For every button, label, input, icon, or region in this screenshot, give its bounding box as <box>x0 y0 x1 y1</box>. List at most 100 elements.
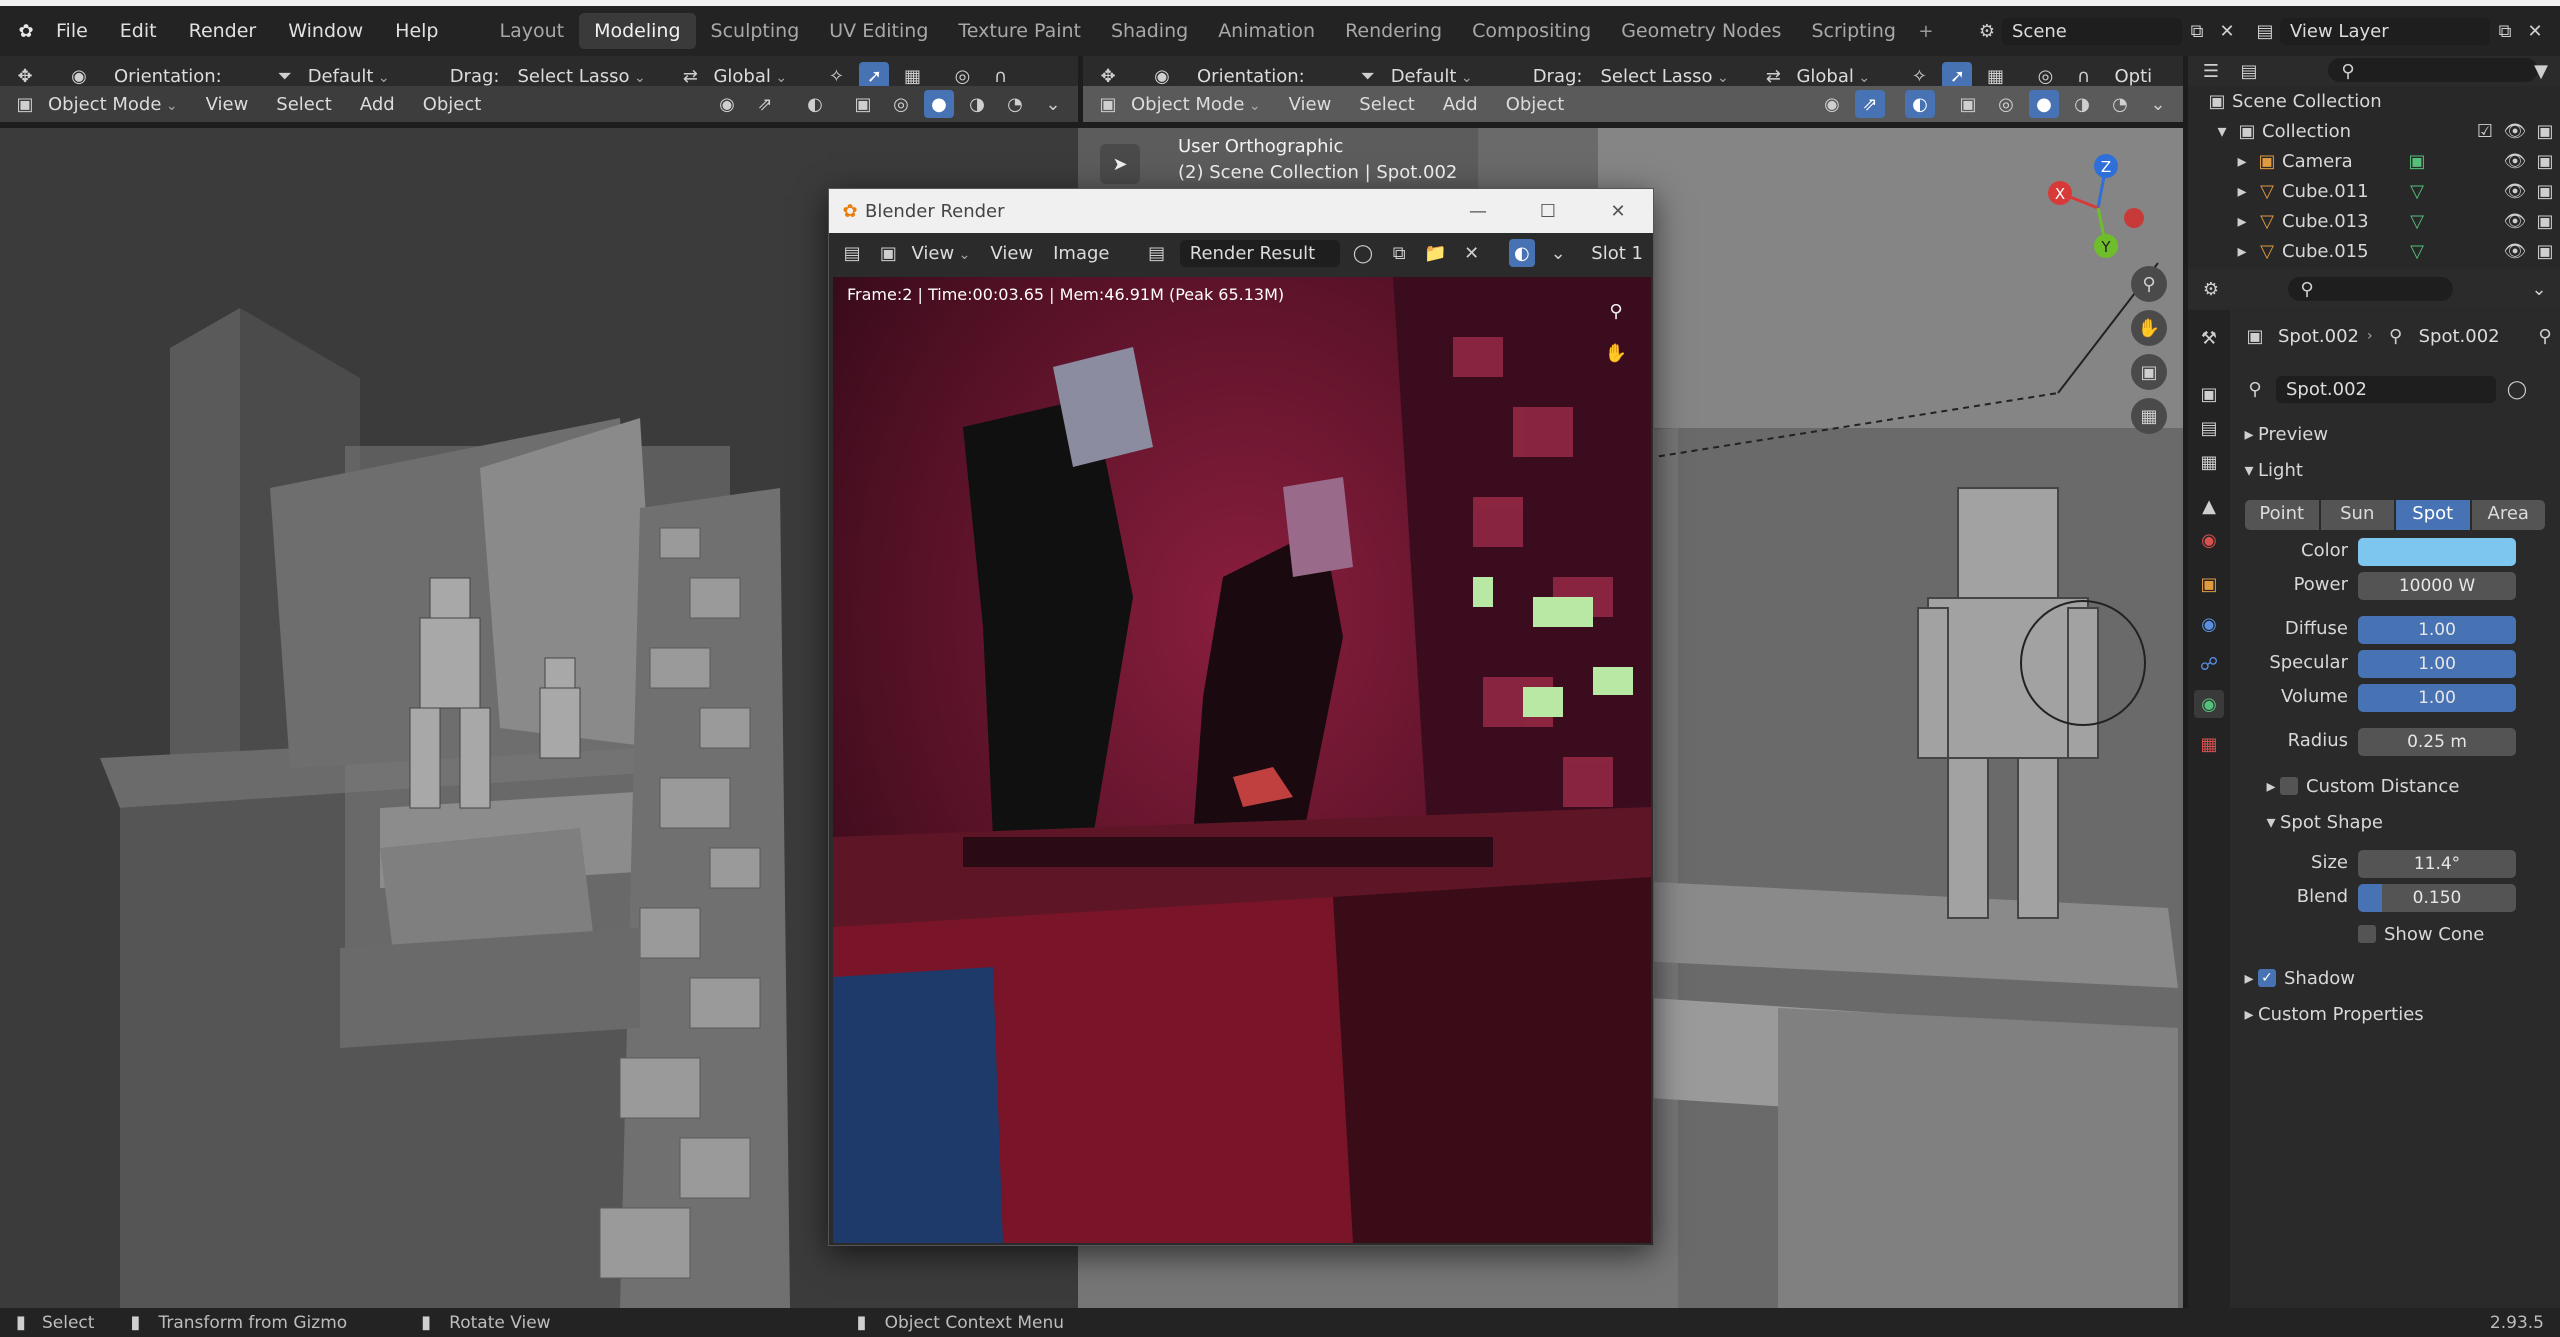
properties-editor-icon[interactable]: ⚙ <box>2196 275 2226 303</box>
outliner-item[interactable]: ▸ ▽ Cube.013 ▽ 👁 ▣ <box>2232 206 2560 236</box>
material-shading-icon[interactable]: ◑ <box>962 90 992 118</box>
camera-view-icon[interactable]: ▣ <box>2131 354 2167 390</box>
constraints-tab-icon[interactable]: ☍ <box>2194 650 2224 678</box>
solid-shading-icon[interactable]: ● <box>2029 90 2059 118</box>
transform-orientation-dropdown[interactable]: Global <box>1796 66 1896 87</box>
light-type-spot[interactable]: Spot <box>2396 500 2470 530</box>
scene-collection-row[interactable]: ▣ Scene Collection <box>2202 86 2381 116</box>
menu-edit[interactable]: Edit <box>104 9 173 53</box>
shading-options-icon[interactable]: ⌄ <box>1038 90 1068 118</box>
overlay-options-icon[interactable]: ⌄ <box>1545 239 1571 267</box>
tab-rendering[interactable]: Rendering <box>1330 13 1457 49</box>
tab-sculpting[interactable]: Sculpting <box>696 13 815 49</box>
remove-view-layer-icon[interactable]: ✕ <box>2520 17 2550 45</box>
close-icon[interactable]: ✕ <box>1583 197 1653 225</box>
modifiers-tab-icon[interactable]: ◉ <box>2194 610 2224 638</box>
overlay-icon[interactable]: ◐ <box>800 90 830 118</box>
datablock-name-field[interactable]: Spot.002 <box>2276 375 2496 403</box>
options-dropdown[interactable]: Opti <box>2114 66 2152 87</box>
menu-file[interactable]: File <box>40 9 104 53</box>
view-layer-icon[interactable]: ▤ <box>2250 17 2280 45</box>
maximize-icon[interactable]: ☐ <box>1513 197 1583 225</box>
fake-user-shield-icon[interactable]: ◯ <box>2502 375 2532 403</box>
spot-shape-subpanel[interactable]: ▾ Spot Shape <box>2262 806 2383 838</box>
render-window-titlebar[interactable]: ✿ Blender Render — ☐ ✕ <box>829 189 1653 233</box>
tool-tab-icon[interactable]: ⚒ <box>2194 324 2224 352</box>
menu-help[interactable]: Help <box>379 9 454 53</box>
minimize-icon[interactable]: — <box>1443 197 1513 225</box>
image-name-field[interactable]: Render Result <box>1179 239 1340 267</box>
unlink-image-icon[interactable]: ✕ <box>1459 239 1485 267</box>
light-panel-header[interactable]: ▾ Light <box>2240 454 2302 486</box>
menu-view[interactable]: View <box>206 94 249 115</box>
texture-tab-icon[interactable]: ▦ <box>2194 730 2224 758</box>
render-result-image[interactable]: Frame:2 | Time:00:03.65 | Mem:46.91M (Pe… <box>833 277 1651 1243</box>
zoom-icon[interactable]: ⚲ <box>2131 266 2167 302</box>
wireframe-shading-icon[interactable]: ◎ <box>1991 90 2021 118</box>
menu-window[interactable]: Window <box>272 9 379 53</box>
blender-logo-icon[interactable]: ✿ <box>12 17 40 45</box>
rendered-shading-icon[interactable]: ◔ <box>2105 90 2135 118</box>
scene-icon[interactable]: ⚙ <box>1972 17 2002 45</box>
view-layer-tab-icon[interactable]: ▦ <box>2194 448 2224 476</box>
select-tool-icon[interactable]: ➤ <box>1100 144 1140 184</box>
show-cone-row[interactable]: Show Cone <box>2358 918 2484 950</box>
custom-properties-panel-header[interactable]: ▸ Custom Properties <box>2240 998 2423 1030</box>
image-browse-icon[interactable]: ▤ <box>1144 239 1170 267</box>
scene-tab-icon[interactable]: ▲ <box>2194 492 2224 520</box>
drag-dropdown[interactable]: Select Lasso <box>1600 66 1750 87</box>
eye-icon[interactable]: 👁 <box>2500 177 2530 205</box>
custom-distance-checkbox[interactable] <box>2280 777 2298 795</box>
visibility-icon[interactable]: ◉ <box>1817 90 1847 118</box>
camera-render-icon[interactable]: ▣ <box>2530 147 2560 175</box>
pan-hand-icon[interactable]: ✋ <box>1601 339 1631 367</box>
zoom-icon[interactable]: ⚲ <box>1601 297 1631 325</box>
color-swatch[interactable] <box>2358 538 2516 566</box>
xray-icon[interactable]: ▣ <box>848 90 878 118</box>
expand-arrow-icon[interactable]: ▸ <box>2232 177 2252 205</box>
power-field[interactable]: 10000 W <box>2358 572 2516 600</box>
tab-layout[interactable]: Layout <box>485 13 580 49</box>
eye-icon[interactable]: 👁 <box>2500 147 2530 175</box>
overlay-icon[interactable]: ◐ <box>1905 90 1935 118</box>
duplicate-image-icon[interactable]: ⧉ <box>1386 239 1412 267</box>
tab-modeling[interactable]: Modeling <box>579 13 696 49</box>
shading-options-icon[interactable]: ⌄ <box>2143 90 2173 118</box>
pan-hand-icon[interactable]: ✋ <box>2131 310 2167 346</box>
tab-shading[interactable]: Shading <box>1096 13 1203 49</box>
new-scene-icon[interactable]: ⧉ <box>2182 17 2212 45</box>
tab-geometry-nodes[interactable]: Geometry Nodes <box>1606 13 1796 49</box>
new-view-layer-icon[interactable]: ⧉ <box>2490 17 2520 45</box>
menu-view[interactable]: View <box>1289 94 1332 115</box>
view-mode-dropdown[interactable]: View <box>912 243 971 264</box>
render-tab-icon[interactable]: ▣ <box>2194 380 2224 408</box>
remove-scene-icon[interactable]: ✕ <box>2212 17 2242 45</box>
light-data-tab-icon[interactable]: ◉ <box>2194 690 2224 718</box>
spot-size-field[interactable]: 11.4° <box>2358 850 2516 878</box>
eye-icon[interactable]: 👁 <box>2500 117 2530 145</box>
menu-object[interactable]: Object <box>423 94 482 115</box>
shadow-checkbox[interactable]: ✓ <box>2258 969 2276 987</box>
outliner-editor-icon[interactable]: ☰ <box>2196 57 2226 85</box>
xray-icon[interactable]: ▣ <box>1953 90 1983 118</box>
mode-dropdown[interactable]: Object Mode <box>1131 94 1261 115</box>
mode-dropdown[interactable]: Object Mode <box>48 94 178 115</box>
collection-row[interactable]: ▾ ▣ Collection ☑ 👁 ▣ <box>2212 116 2560 146</box>
light-browse-icon[interactable]: ⚲ <box>2240 375 2270 403</box>
menu-image[interactable]: Image <box>1053 243 1109 264</box>
scene-selector[interactable]: Scene <box>2002 17 2182 45</box>
diffuse-slider[interactable]: 1.00 <box>2358 616 2516 644</box>
light-type-point[interactable]: Point <box>2245 500 2319 530</box>
fake-user-shield-icon[interactable]: ◯ <box>1350 239 1376 267</box>
transform-orientation-dropdown[interactable]: Global <box>713 66 813 87</box>
filter-icon[interactable]: ▼ <box>2526 57 2556 85</box>
radius-field[interactable]: 0.25 m <box>2358 728 2516 756</box>
gizmo-icon[interactable]: ⇗ <box>1855 90 1885 118</box>
view-layer-selector[interactable]: View Layer <box>2280 17 2490 45</box>
properties-options-icon[interactable]: ⌄ <box>2524 275 2554 303</box>
expand-arrow-icon[interactable]: ▸ <box>2232 147 2252 175</box>
camera-render-icon[interactable]: ▣ <box>2530 177 2560 205</box>
camera-render-icon[interactable]: ▣ <box>2530 237 2560 265</box>
outliner-item[interactable]: ▸ ▽ Cube.011 ▽ 👁 ▣ <box>2232 176 2560 206</box>
object-tab-icon[interactable]: ▣ <box>2194 570 2224 598</box>
